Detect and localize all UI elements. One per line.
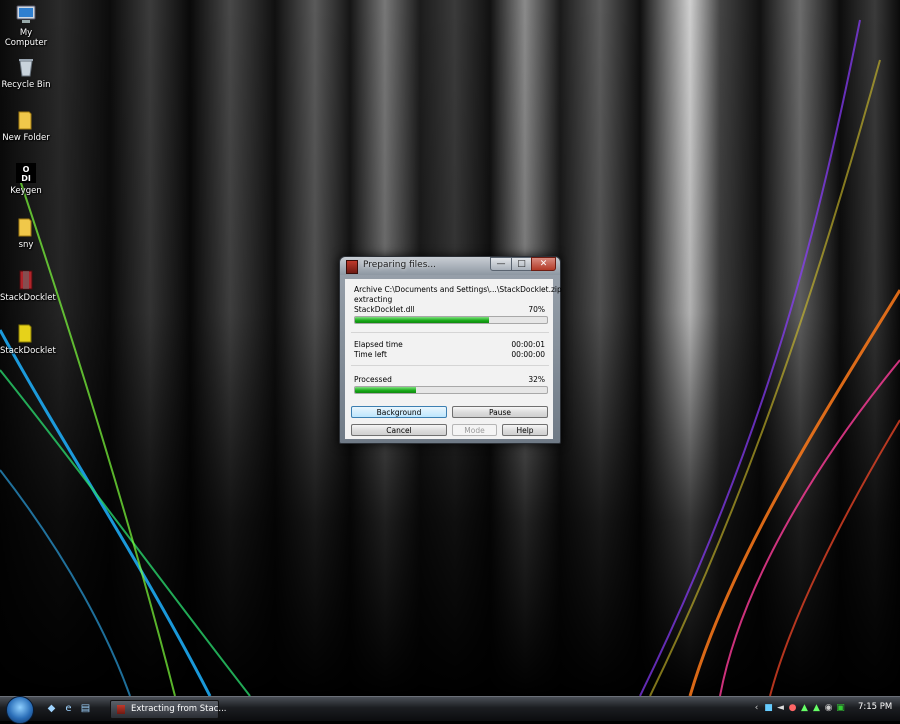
desktop-icon-label: sny — [18, 240, 34, 250]
taskbar: ◆ e ▤ Extracting from Stac... ‹ ■ ◄ ● ▲ … — [0, 696, 900, 724]
close-button[interactable]: ✕ — [531, 257, 556, 271]
processed-progress-fill — [355, 387, 417, 393]
elapsed-time-value: 00:00:01 — [511, 340, 545, 349]
folder-icon — [18, 218, 32, 237]
switch-windows-icon[interactable]: ▤ — [80, 703, 91, 714]
security-icon[interactable]: ● — [788, 703, 797, 713]
desktop: My Computer Recycle Bin New Folder O DI … — [0, 0, 900, 696]
mode-button: Mode — [452, 424, 497, 436]
time-left-label: Time left — [354, 350, 387, 359]
maximize-button[interactable]: □ — [511, 257, 532, 271]
processed-progress-bar — [354, 386, 548, 394]
system-tray: ‹ ■ ◄ ● ▲ ▲ ◉ ▣ — [750, 700, 850, 717]
time-left-value: 00:00:00 — [511, 350, 545, 359]
folder-icon — [18, 324, 32, 343]
show-desktop-icon[interactable]: ◆ — [46, 703, 57, 714]
archiver-app-icon — [117, 705, 125, 714]
desktop-icon-label: StackDocklet — [0, 346, 56, 356]
processed-label: Processed — [354, 375, 392, 384]
desktop-icon-recycle-bin[interactable]: Recycle Bin — [0, 56, 52, 90]
minimize-button[interactable]: — — [490, 257, 512, 271]
help-button[interactable]: Help — [502, 424, 548, 436]
computer-icon — [16, 5, 36, 23]
desktop-icon-stackdocklet-archive[interactable]: StackDocklet — [0, 269, 56, 303]
volume-icon[interactable]: ◄ — [776, 703, 785, 713]
svg-text:O: O — [23, 165, 30, 174]
desktop-icon-stackdocklet-folder[interactable]: StackDocklet — [0, 322, 56, 356]
clock[interactable]: 7:15 PM — [858, 702, 892, 712]
divider — [351, 332, 549, 333]
recycle-bin-icon — [19, 59, 33, 77]
desktop-icon-label: StackDocklet — [0, 293, 56, 303]
desktop-icon-keygen[interactable]: O DI Keygen — [0, 162, 52, 196]
archive-path: Archive C:\Documents and Settings\...\St… — [354, 285, 562, 294]
browser-icon[interactable]: e — [63, 703, 74, 714]
keygen-icon: O DI — [16, 163, 36, 183]
network-icon[interactable]: ■ — [764, 703, 773, 713]
file-progress-bar — [354, 316, 548, 324]
desktop-icon-sny[interactable]: sny — [0, 216, 52, 250]
dialog-title: Preparing files... — [363, 260, 436, 270]
dialog-body: Archive C:\Documents and Settings\...\St… — [345, 279, 562, 439]
folder-icon — [18, 111, 32, 130]
tray-app-icon[interactable]: ▲ — [800, 703, 809, 713]
taskbar-button-label: Extracting from Stac... — [131, 704, 227, 714]
desktop-icon-my-computer[interactable]: My Computer — [0, 4, 52, 48]
desktop-icon-label: Recycle Bin — [1, 80, 51, 90]
svg-text:DI: DI — [21, 174, 31, 183]
action-label: extracting — [354, 295, 393, 304]
tray-app-icon[interactable]: ▣ — [836, 703, 845, 713]
desktop-icon-label: New Folder — [2, 133, 50, 143]
file-progress-fill — [355, 317, 490, 323]
pause-button[interactable]: Pause — [452, 406, 548, 418]
file-percent: 70% — [528, 305, 545, 314]
elapsed-time-label: Elapsed time — [354, 340, 403, 349]
desktop-icon-label: Keygen — [10, 186, 42, 196]
tray-expand-icon[interactable]: ‹ — [752, 703, 761, 713]
background-button[interactable]: Background — [351, 406, 447, 418]
cancel-button[interactable]: Cancel — [351, 424, 447, 436]
divider — [351, 365, 549, 366]
tray-app-icon[interactable]: ◉ — [824, 703, 833, 713]
desktop-icon-label: My Computer — [4, 28, 48, 48]
archive-icon — [19, 270, 33, 290]
dialog-titlebar[interactable]: Preparing files... — □ ✕ — [340, 257, 560, 275]
current-file: StackDocklet.dll — [354, 305, 415, 314]
processed-percent: 32% — [528, 375, 545, 384]
archiver-app-icon — [346, 260, 358, 274]
extraction-dialog: Preparing files... — □ ✕ Archive C:\Docu… — [339, 256, 562, 444]
tray-app-icon[interactable]: ▲ — [812, 703, 821, 713]
desktop-icon-new-folder[interactable]: New Folder — [0, 109, 52, 143]
taskbar-button-extracting[interactable]: Extracting from Stac... — [110, 700, 227, 719]
